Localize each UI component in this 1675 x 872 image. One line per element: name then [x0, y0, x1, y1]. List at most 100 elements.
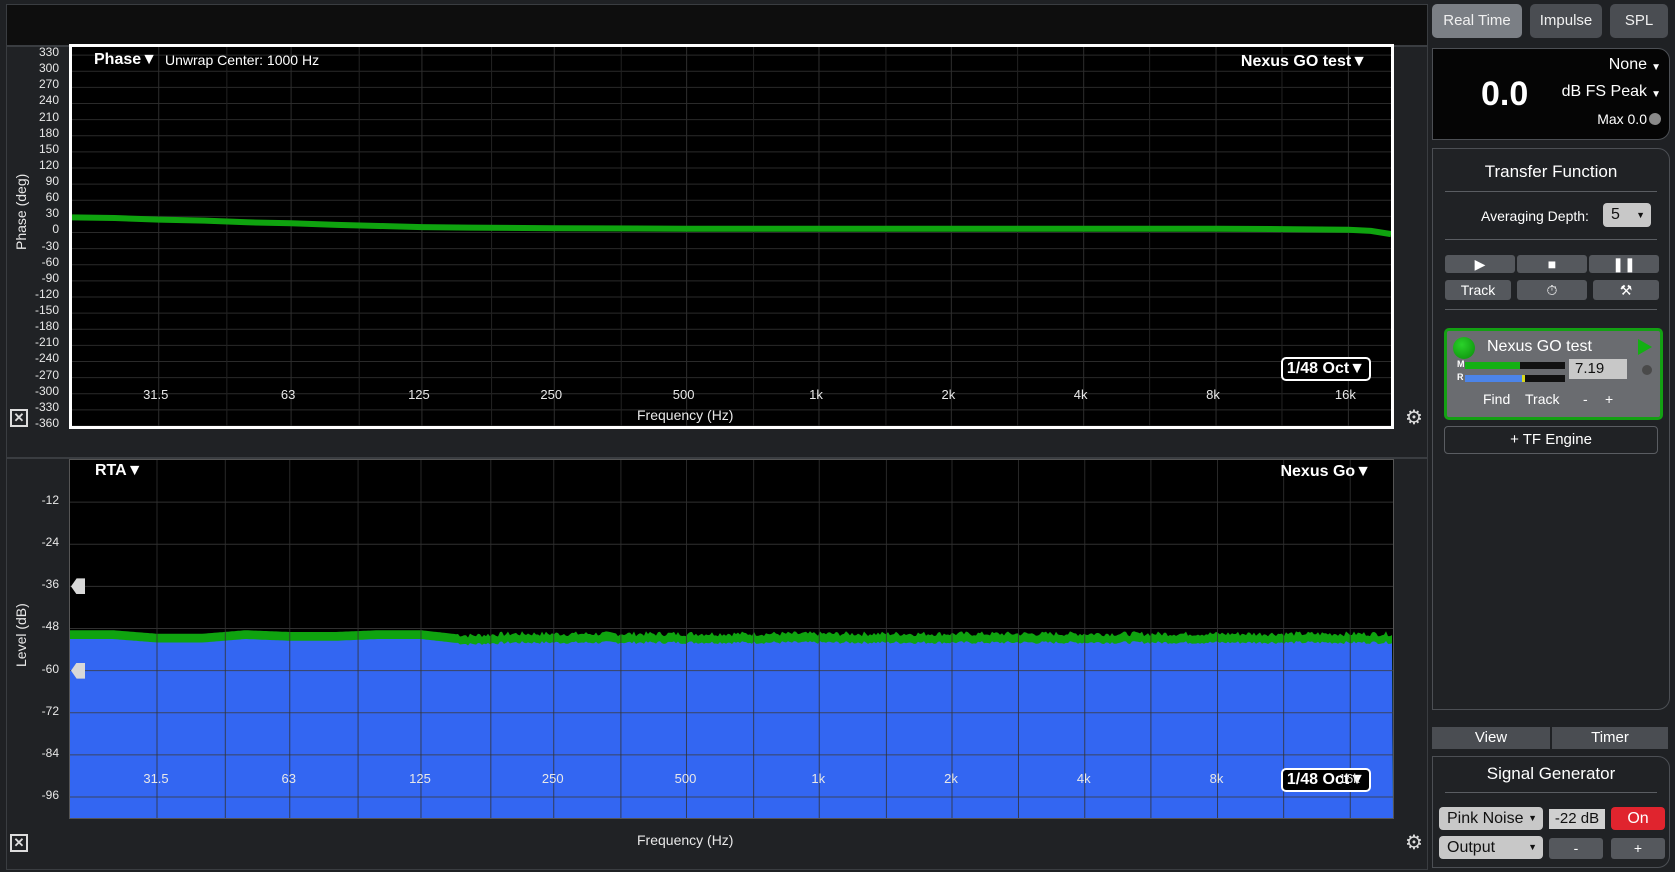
r-level-meter — [1465, 375, 1565, 382]
delay-plus-button[interactable]: + — [1605, 391, 1613, 407]
chevron-down-icon: ▼ — [1528, 813, 1537, 823]
phase-y-tick-label: -180 — [34, 319, 59, 334]
rta-x-tick-label: 250 — [541, 771, 564, 786]
rta-panel: RTA▼ Nexus Go▼ 1/48 Oct▼ -12 -24 -36 -48 -60… — [6, 458, 1428, 870]
averaging-depth-label: Averaging Depth: — [1481, 208, 1589, 224]
r-label: R — [1457, 372, 1464, 382]
view-button[interactable]: View — [1432, 727, 1550, 749]
m-label: M — [1457, 359, 1465, 369]
phase-x-tick-label: 500 — [672, 387, 695, 402]
phase-trace-selector[interactable]: Nexus GO test▼ — [1241, 53, 1367, 71]
signal-type-value: Pink Noise — [1447, 810, 1524, 827]
rta-menu[interactable]: RTA▼ — [95, 462, 143, 480]
chevron-down-icon: ▼ — [1528, 842, 1537, 852]
rta-x-tick-label: 500 — [674, 771, 697, 786]
divider — [1445, 309, 1657, 310]
tf-engine-nexus-go-test[interactable]: Nexus GO test M R 7.19 Find Track - + — [1444, 328, 1663, 420]
add-tf-engine-button[interactable]: + TF Engine — [1444, 426, 1658, 454]
rta-y-tick-label: -72 — [41, 703, 59, 718]
delay-status-indicator — [1642, 365, 1652, 375]
rta-x-tick-label: 1k — [811, 771, 826, 786]
signal-generator-card: Signal Generator Pink Noise ▼ -22 dB On … — [1432, 756, 1670, 868]
phase-resolution-button[interactable]: 1/48 Oct▼ — [1280, 357, 1371, 381]
play-icon[interactable] — [1638, 339, 1652, 355]
level-minus-button[interactable]: - — [1549, 838, 1603, 859]
rta-y-tick-label: -96 — [41, 787, 59, 802]
play-button[interactable]: ▶ — [1445, 255, 1515, 273]
level-meter: 0.0 None ▼ dB FS Peak ▼ Max 0.0 — [1432, 48, 1670, 140]
close-panel-icon[interactable]: ✕ — [10, 834, 28, 852]
rta-y-tick-label: -12 — [41, 493, 59, 508]
signal-level-field[interactable]: -22 dB — [1549, 809, 1605, 829]
pause-button[interactable]: ❚❚ — [1589, 255, 1659, 273]
stopwatch-icon: ⏱ — [1546, 282, 1558, 298]
rta-x-tick-label: 16k — [1338, 771, 1360, 786]
signal-generator-title: Signal Generator — [1486, 764, 1616, 783]
signal-on-button[interactable]: On — [1611, 807, 1665, 830]
averaging-depth-value: 5 — [1611, 206, 1620, 223]
timer-tab-button[interactable]: Timer — [1552, 727, 1668, 749]
tab-real-time[interactable]: Real Time — [1432, 4, 1522, 38]
rta-plot-svg — [70, 460, 1393, 818]
phase-y-tick-label: 330 — [38, 45, 59, 60]
tab-impulse[interactable]: Impulse — [1530, 4, 1602, 38]
phase-y-tick-label: 270 — [38, 77, 59, 92]
rta-trace-selector[interactable]: Nexus Go▼ — [1280, 463, 1371, 481]
find-button[interactable]: Find — [1483, 391, 1510, 407]
phase-trace-line — [72, 214, 1391, 238]
close-panel-icon[interactable]: ✕ — [10, 409, 28, 427]
phase-plot-svg — [72, 47, 1391, 426]
rta-plot[interactable]: RTA▼ Nexus Go▼ 1/48 Oct▼ — [69, 459, 1394, 819]
phase-x-tick-label: 125 — [408, 387, 430, 402]
phase-x-tick-label: 8k — [1206, 387, 1220, 402]
output-select[interactable]: Output ▼ — [1439, 836, 1543, 859]
phase-plot[interactable]: Phase▼ Unwrap Center: 1000 Hz Nexus GO t… — [69, 44, 1394, 429]
tools-button[interactable]: ⚒ — [1593, 280, 1659, 300]
rta-y-axis-title: Level (dB) — [13, 603, 29, 667]
delay-field[interactable]: 7.19 — [1569, 359, 1627, 379]
play-icon: ▶ — [1474, 256, 1486, 272]
delay-minus-button[interactable]: - — [1583, 391, 1588, 407]
chevron-down-icon: ▼ — [1651, 62, 1661, 73]
phase-y-tick-label: -150 — [34, 303, 59, 318]
units-selector[interactable]: dB FS Peak — [1562, 83, 1647, 101]
phase-x-tick-label: 31.5 — [143, 387, 169, 402]
weighting-selector[interactable]: None — [1609, 56, 1647, 74]
phase-panel: Phase▼ Unwrap Center: 1000 Hz Nexus GO t… — [6, 44, 1428, 458]
divider — [1445, 792, 1657, 793]
pause-icon: ❚❚ — [1612, 256, 1636, 272]
averaging-depth-select[interactable]: 5 ▼ — [1603, 203, 1651, 227]
rta-x-axis-title: Frequency (Hz) — [637, 832, 734, 848]
track-button[interactable]: Track — [1445, 280, 1511, 300]
max-reset-indicator[interactable] — [1649, 113, 1661, 125]
phase-y-axis-title: Phase (deg) — [13, 173, 29, 250]
gear-icon[interactable]: ⚙ — [1405, 405, 1423, 430]
rta-x-tick-label: 4k — [1076, 771, 1091, 786]
rta-y-tick-label: -36 — [41, 577, 59, 592]
gear-icon[interactable]: ⚙ — [1405, 830, 1423, 855]
phase-x-axis-title: Frequency (Hz) — [637, 407, 734, 423]
rta-x-tick-label: 2k — [944, 771, 958, 786]
meter-value: 0.0 — [1481, 75, 1529, 113]
phase-y-tick-label: -240 — [34, 351, 59, 366]
timer-button[interactable]: ⏱ — [1517, 280, 1587, 300]
signal-type-select[interactable]: Pink Noise ▼ — [1439, 807, 1543, 830]
phase-y-tick-label: 240 — [38, 93, 59, 108]
chevron-down-icon: ▼ — [1651, 89, 1661, 100]
rta-y-tick-label: -24 — [41, 535, 59, 550]
stop-button[interactable]: ■ — [1517, 255, 1587, 273]
sidebar: Real Time Impulse SPL 0.0 None ▼ dB FS P… — [1432, 0, 1675, 872]
engine-name: Nexus GO test — [1487, 338, 1592, 355]
rta-y-tick-label: -84 — [41, 745, 59, 760]
rta-level-area — [70, 639, 1393, 818]
track-button[interactable]: Track — [1525, 391, 1559, 407]
level-plus-button[interactable]: + — [1611, 838, 1665, 859]
engine-enable-indicator[interactable] — [1453, 337, 1475, 359]
phase-x-tick-label: 2k — [941, 387, 956, 402]
chevron-down-icon: ▼ — [1636, 210, 1645, 220]
tab-spl[interactable]: SPL — [1610, 4, 1668, 38]
phase-y-tick-label: -270 — [34, 367, 59, 382]
phase-menu[interactable]: Phase▼ — [94, 51, 157, 69]
phase-y-tick-label: 180 — [38, 125, 59, 140]
phase-y-tick-label: -90 — [41, 270, 59, 285]
